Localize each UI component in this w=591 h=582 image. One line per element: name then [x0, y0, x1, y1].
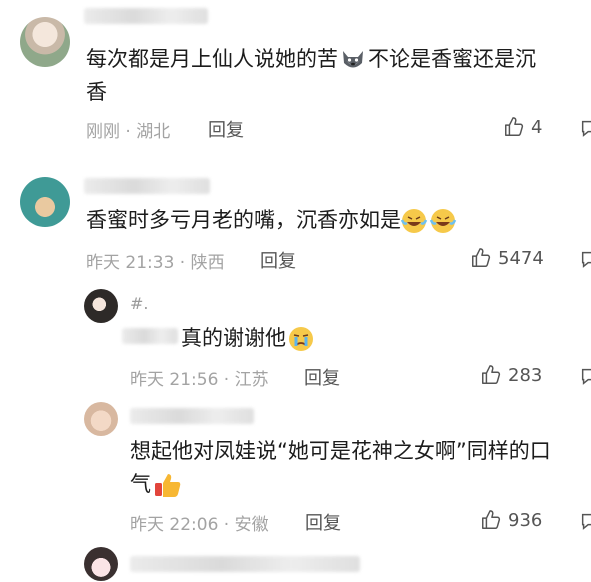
like-button[interactable]: 5474 [470, 247, 544, 269]
thumbs-up-emoji-icon [153, 471, 183, 499]
comment-meta: 刚刚 · 湖北 [86, 122, 171, 142]
avatar[interactable] [84, 289, 118, 323]
like-count: 936 [508, 509, 543, 531]
reply-text: 想起他对凤娃说“她可是花神之女啊”同样的口 [130, 439, 551, 463]
reply-meta: 昨天 21:56 · 江苏 [130, 370, 269, 390]
thumbs-up-icon [505, 117, 524, 136]
thumbs-up-icon [482, 365, 501, 384]
like-count: 4 [531, 116, 543, 138]
username-blurred[interactable] [130, 408, 254, 424]
username-blurred[interactable] [130, 556, 360, 572]
husky-emoji-icon [340, 48, 366, 72]
like-button[interactable]: 936 [480, 509, 542, 531]
reply-text: 真的谢谢他 [181, 321, 316, 355]
avatar[interactable] [20, 17, 70, 67]
mention-blurred[interactable] [122, 328, 178, 344]
comment-icon[interactable] [578, 248, 591, 270]
laughing-tears-emoji-icon [400, 208, 457, 234]
comment-meta: 昨天 21:33 · 陕西 [86, 253, 225, 273]
comment-icon[interactable] [578, 365, 591, 387]
comment-text: 香蜜时多亏月老的嘴，沉香亦如是 [86, 203, 457, 237]
username-blurred[interactable] [84, 8, 208, 24]
comment-icon[interactable] [578, 117, 591, 139]
like-button[interactable]: 4 [503, 116, 542, 138]
reply-button[interactable]: 回复 [208, 116, 244, 142]
comment-icon[interactable] [578, 510, 591, 532]
reply-meta: 昨天 22:06 · 安徽 [130, 515, 269, 535]
username-blurred[interactable] [84, 178, 210, 194]
reply-text-continued: 气 [130, 467, 183, 501]
avatar[interactable] [20, 177, 70, 227]
like-count: 283 [508, 364, 543, 386]
thumbs-up-icon [482, 510, 501, 529]
like-button[interactable]: 283 [480, 364, 542, 386]
reply-button[interactable]: 回复 [260, 247, 296, 273]
comment-text: 每次都是月上仙人说她的苦 不论是香蜜还是沉 [86, 47, 536, 72]
thumbs-up-icon [472, 248, 491, 267]
comment-text-continued: 香 [86, 80, 107, 104]
avatar[interactable] [84, 547, 118, 581]
username[interactable]: #. [130, 294, 149, 313]
reply-button[interactable]: 回复 [304, 364, 340, 390]
crying-emoji-icon [288, 326, 316, 352]
like-count: 5474 [498, 247, 544, 269]
avatar[interactable] [84, 402, 118, 436]
reply-button[interactable]: 回复 [305, 509, 341, 535]
